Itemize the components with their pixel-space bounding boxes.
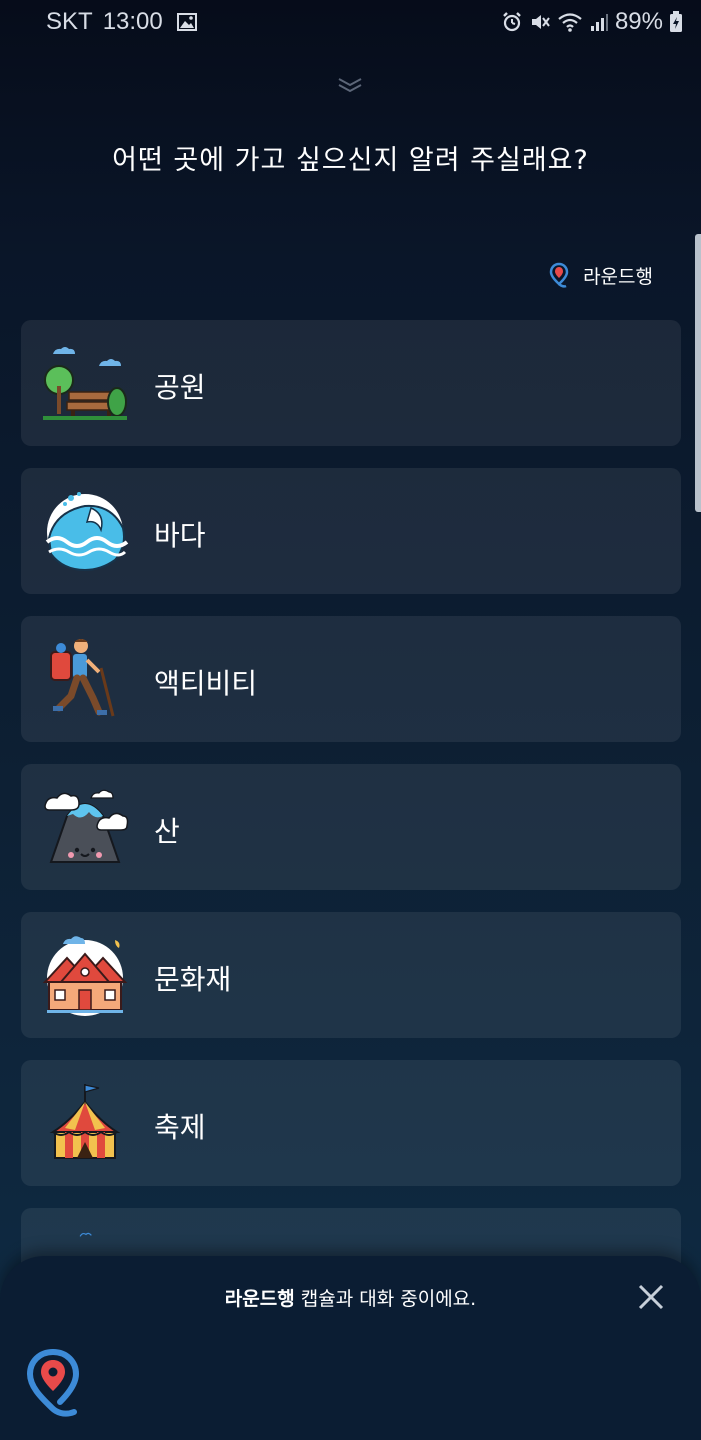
conversation-message: 캡슐과 대화 중이에요. — [294, 1288, 477, 1310]
mountain-icon — [44, 789, 129, 863]
capsule-logo-icon[interactable] — [26, 1348, 80, 1418]
category-card-park[interactable]: 공원 — [21, 320, 681, 446]
conversation-bottom-sheet: 라운드행 캡슐과 대화 중이에요. — [0, 1256, 701, 1440]
partial-category-icon — [79, 1232, 92, 1237]
category-card-sea[interactable]: 바다 — [21, 468, 681, 594]
clock-time: 13:00 — [102, 8, 163, 35]
park-icon — [43, 347, 127, 420]
collapse-chevron-icon[interactable] — [337, 76, 363, 94]
sea-wave-icon — [45, 492, 129, 572]
gallery-notification-icon — [176, 13, 197, 31]
capsule-tag-label: 라운드행 — [583, 265, 653, 288]
heritage-house-icon — [42, 936, 128, 1016]
capsule-tag: 라운드행 — [549, 260, 653, 290]
scrollbar[interactable] — [695, 234, 701, 512]
status-left: SKT 13:00 — [46, 8, 197, 36]
status-bar: SKT 13:00 89% — [0, 0, 701, 44]
location-pin-icon — [549, 262, 569, 288]
category-list: 공원 바다 액티비티 산 문화재 축제 — [21, 320, 681, 1290]
category-label: 산 — [154, 815, 180, 848]
hiker-icon — [50, 639, 115, 717]
circus-tent-icon — [49, 1084, 121, 1159]
category-card-activity[interactable]: 액티비티 — [21, 616, 681, 742]
close-icon[interactable] — [636, 1282, 666, 1312]
signal-icon — [590, 14, 608, 31]
category-label: 액티비티 — [154, 667, 258, 700]
category-label: 축제 — [154, 1111, 206, 1144]
category-card-mountain[interactable]: 산 — [21, 764, 681, 890]
battery-percent: 89% — [614, 8, 663, 35]
conversation-status: 라운드행 캡슐과 대화 중이에요. — [0, 1284, 701, 1311]
capsule-name: 라운드행 — [224, 1288, 295, 1310]
category-card-heritage[interactable]: 문화재 — [21, 912, 681, 1038]
category-card-festival[interactable]: 축제 — [21, 1060, 681, 1186]
alarm-icon — [503, 12, 521, 32]
battery-charging-icon — [670, 11, 682, 32]
page-title: 어떤 곳에 가고 싶으신지 알려 주실래요? — [112, 145, 589, 176]
category-label: 문화재 — [154, 963, 232, 996]
category-label: 공원 — [154, 371, 206, 404]
wifi-icon — [558, 13, 582, 32]
carrier-label: SKT — [46, 8, 93, 35]
status-right: 89% — [501, 8, 689, 36]
mute-icon — [531, 15, 550, 29]
category-label: 바다 — [154, 519, 206, 552]
